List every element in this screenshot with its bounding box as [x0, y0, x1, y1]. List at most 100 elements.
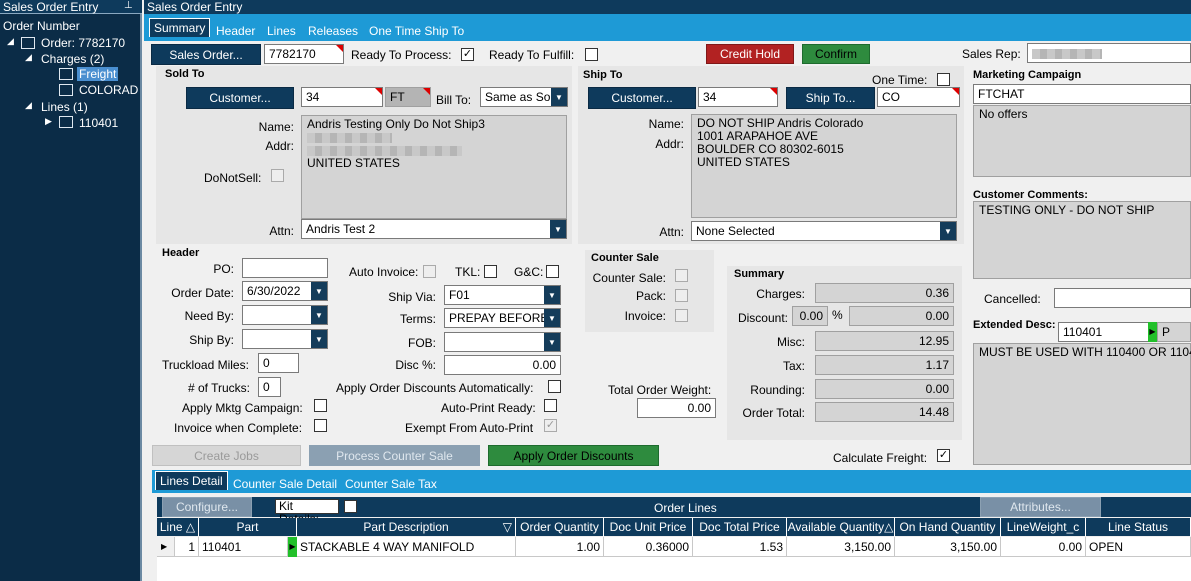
disc-field[interactable]: 0.00: [444, 355, 561, 375]
column-header-on-hand-quantity[interactable]: On Hand Quantity: [895, 518, 1001, 536]
ship-to-code-field[interactable]: CO: [877, 87, 960, 107]
auto-print-checkbox[interactable]: [544, 399, 557, 412]
part-lookup-icon[interactable]: ▶: [1148, 322, 1157, 342]
row-line[interactable]: 1: [175, 537, 199, 557]
tab-lines-detail[interactable]: Lines Detail: [155, 471, 228, 490]
extended-desc-box[interactable]: MUST BE USED WITH 110400 OR 110402: [973, 343, 1191, 465]
order-number-field[interactable]: 7782170: [264, 44, 344, 64]
column-header-doc-total-price[interactable]: Doc Total Price: [693, 518, 787, 536]
tree-collapse-icon[interactable]: ◢: [7, 36, 14, 47]
column-header-line[interactable]: Line △: [157, 518, 199, 536]
row-unit-price[interactable]: 0.36000: [604, 537, 693, 557]
column-header-doc-unit-price[interactable]: Doc Unit Price: [604, 518, 693, 536]
row-description[interactable]: STACKABLE 4 WAY MANIFOLD: [297, 537, 516, 557]
bill-to-dropdown[interactable]: Same as Sol ▼: [480, 87, 568, 107]
tree-freight[interactable]: Freight: [77, 67, 119, 81]
attributes-button[interactable]: Attributes...: [980, 497, 1101, 517]
row-part[interactable]: 110401: [199, 537, 288, 557]
apply-mktg-checkbox[interactable]: [314, 399, 327, 412]
customer-comments-box[interactable]: TESTING ONLY - DO NOT SHIP: [973, 201, 1191, 279]
chevron-down-icon[interactable]: ▼: [544, 309, 560, 327]
sold-to-customer-button[interactable]: Customer...: [186, 87, 294, 109]
column-header-part[interactable]: Part: [199, 518, 297, 536]
chevron-down-icon[interactable]: ▼: [544, 333, 560, 351]
main-titlebar: Sales Order Entry: [144, 0, 1191, 14]
kit-details-checkbox[interactable]: [344, 500, 357, 513]
need-by-field[interactable]: ▼: [242, 305, 328, 325]
row-order-quantity[interactable]: 1.00: [516, 537, 604, 557]
chevron-down-icon[interactable]: ▼: [551, 88, 567, 106]
chevron-down-icon[interactable]: ▼: [550, 220, 566, 238]
chevron-down-icon[interactable]: ▼: [940, 222, 956, 240]
row-available-quantity[interactable]: 3,150.00: [787, 537, 895, 557]
create-jobs-button[interactable]: Create Jobs: [152, 445, 301, 466]
terms-dropdown[interactable]: PREPAY BEFORE ▼: [444, 308, 561, 328]
row-total-price[interactable]: 1.53: [693, 537, 787, 557]
sold-to-customer-id[interactable]: 34: [301, 87, 383, 107]
tree-charges[interactable]: Charges (2): [41, 52, 104, 66]
order-date-field[interactable]: 6/30/2022 ▼: [242, 281, 328, 301]
fob-dropdown[interactable]: ▼: [444, 332, 561, 352]
configure-button[interactable]: Configure...: [162, 497, 252, 517]
sold-to-country: UNITED STATES: [307, 156, 400, 170]
invoice-complete-checkbox[interactable]: [314, 419, 327, 432]
credit-hold-button[interactable]: Credit Hold: [706, 44, 794, 64]
po-field[interactable]: [242, 258, 328, 278]
tab-counter-sale-tax[interactable]: Counter Sale Tax: [345, 477, 437, 491]
tkl-checkbox[interactable]: [484, 265, 497, 278]
tab-summary[interactable]: Summary: [149, 18, 211, 37]
tab-header[interactable]: Header: [216, 24, 255, 38]
tree-collapse-icon[interactable]: ◢: [25, 52, 32, 63]
column-header-line-weight[interactable]: LineWeight_c: [1001, 518, 1086, 536]
tab-one-time-ship-to[interactable]: One Time Ship To: [369, 24, 464, 38]
ship-via-dropdown[interactable]: F01 ▼: [444, 285, 561, 305]
chevron-down-icon[interactable]: ▼: [544, 286, 560, 304]
ready-to-fulfill-checkbox[interactable]: [585, 48, 598, 61]
truckload-miles-field[interactable]: 0: [258, 353, 299, 373]
row-line-status[interactable]: OPEN: [1086, 537, 1191, 557]
tree-line-item[interactable]: 110401: [79, 116, 118, 130]
ship-to-title: Ship To: [583, 69, 623, 81]
ship-to-button[interactable]: Ship To...: [786, 87, 875, 109]
row-part-lookup-icon[interactable]: ▶: [288, 537, 297, 557]
tab-counter-sale-detail[interactable]: Counter Sale Detail: [233, 477, 337, 491]
row-on-hand-quantity[interactable]: 3,150.00: [895, 537, 1001, 557]
pin-icon[interactable]: ⊥: [124, 0, 133, 11]
ship-to-attn-dropdown[interactable]: None Selected ▼: [691, 221, 957, 241]
column-header-available-quantity[interactable]: Available Quantity △: [787, 518, 895, 536]
trucks-field[interactable]: 0: [258, 377, 281, 397]
column-header-part-description[interactable]: Part Description ▽: [297, 518, 516, 536]
extended-part-field[interactable]: 110401: [1058, 322, 1150, 342]
chevron-down-icon[interactable]: ▼: [311, 282, 327, 300]
gc-checkbox[interactable]: [546, 265, 559, 278]
apply-order-discounts-button[interactable]: Apply Order Discounts: [488, 445, 659, 466]
calculate-freight-checkbox[interactable]: ✓: [937, 449, 950, 462]
ready-to-process-checkbox[interactable]: ✓: [461, 48, 474, 61]
process-counter-sale-button[interactable]: Process Counter Sale: [309, 445, 480, 466]
sales-order-button[interactable]: Sales Order...: [151, 44, 261, 65]
tree-expand-icon[interactable]: ▶: [45, 116, 52, 127]
ship-by-field[interactable]: ▼: [242, 329, 328, 349]
tab-releases[interactable]: Releases: [308, 24, 358, 38]
row-selector-icon[interactable]: ▶: [157, 537, 175, 557]
tree-collapse-icon[interactable]: ◢: [25, 100, 32, 111]
tab-lines[interactable]: Lines: [267, 24, 296, 38]
marketing-campaign-field[interactable]: FTCHAT: [973, 84, 1191, 104]
cancelled-field[interactable]: [1054, 288, 1191, 308]
row-line-weight[interactable]: 0.00: [1001, 537, 1086, 557]
tree-order[interactable]: Order: 7782170: [41, 36, 125, 50]
sales-rep-field[interactable]: [1027, 43, 1191, 63]
tree-colorad[interactable]: COLORAD: [79, 83, 138, 97]
apply-discounts-auto-checkbox[interactable]: [548, 380, 561, 393]
sold-to-attn-dropdown[interactable]: Andris Test 2 ▼: [301, 219, 567, 239]
one-time-checkbox[interactable]: [937, 73, 950, 86]
column-header-order-quantity[interactable]: Order Quantity: [516, 518, 604, 536]
confirm-button[interactable]: Confirm: [802, 44, 870, 64]
filter-icon[interactable]: ▽: [503, 520, 512, 534]
chevron-down-icon[interactable]: ▼: [311, 330, 327, 348]
chevron-down-icon[interactable]: ▼: [311, 306, 327, 324]
column-header-line-status[interactable]: Line Status: [1086, 518, 1191, 536]
ship-to-customer-button[interactable]: Customer...: [588, 87, 696, 109]
tree-lines[interactable]: Lines (1): [41, 100, 88, 114]
ship-to-customer-id[interactable]: 34: [698, 87, 778, 107]
